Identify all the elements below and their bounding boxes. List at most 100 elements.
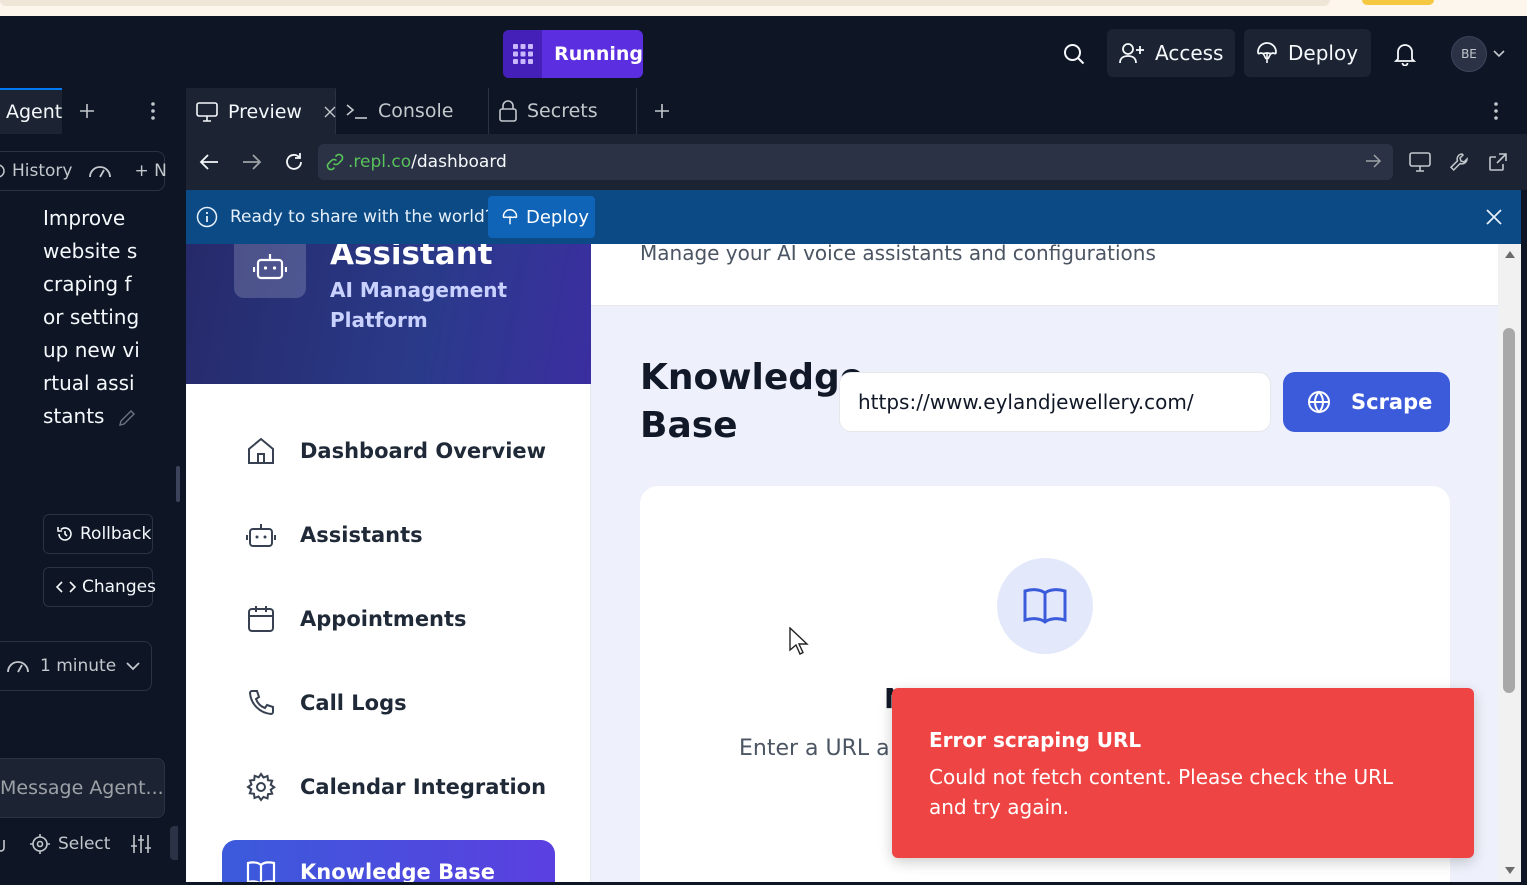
nav-item-appointments[interactable]: Appointments <box>246 604 467 634</box>
access-button[interactable]: Access <box>1107 29 1235 77</box>
more-vertical-icon[interactable] <box>144 100 162 122</box>
url-domain: .repl.co <box>348 152 412 172</box>
toast-message: Could not fetch content. Please check th… <box>929 765 1394 819</box>
empty-state-text: Enter a URL a <box>739 736 890 761</box>
chevron-down-icon[interactable] <box>1490 46 1508 62</box>
run-icon <box>503 30 543 78</box>
more-vertical-icon[interactable] <box>1488 100 1504 122</box>
external-link-icon[interactable] <box>1486 151 1510 173</box>
terminal-icon <box>346 102 368 120</box>
close-icon[interactable] <box>324 106 336 118</box>
resize-handle[interactable] <box>176 466 180 502</box>
lock-icon <box>499 100 517 122</box>
panel-edge <box>170 826 178 860</box>
nav-label: Appointments <box>300 607 467 631</box>
add-user-icon <box>1119 42 1145 64</box>
changes-button[interactable]: Changes <box>43 567 156 607</box>
avatar-initials: BE <box>1461 47 1477 61</box>
deploy-label: Deploy <box>1288 41 1359 65</box>
header-description: Manage your AI voice assistants and conf… <box>640 244 1156 265</box>
plus-icon[interactable] <box>76 100 98 122</box>
avatar[interactable]: BE <box>1451 36 1487 72</box>
agent-panel: Agent History + N Improve website scrapi… <box>0 88 178 885</box>
go-arrow-icon[interactable] <box>1365 154 1381 168</box>
globe-icon <box>1307 390 1331 414</box>
nav-item-calendar-integration[interactable]: Calendar Integration <box>246 772 546 802</box>
tab-agent[interactable]: Agent <box>0 88 62 134</box>
task-title: Improve website scraping for setting up … <box>43 202 143 433</box>
top-progress-bar <box>0 0 1330 6</box>
task-title-text: Improve website scraping for setting up … <box>43 206 140 428</box>
message-input[interactable]: Message Agent... <box>0 758 165 818</box>
book-icon <box>997 558 1093 654</box>
scrape-button[interactable]: Scrape <box>1283 372 1450 432</box>
page-title: Knowledge Base <box>640 357 865 446</box>
scrollbar[interactable] <box>1498 244 1521 882</box>
target-icon <box>30 834 50 854</box>
deploy-icon <box>1256 41 1278 65</box>
banner-deploy-button[interactable]: Deploy <box>488 196 595 238</box>
tab-console-label: Console <box>378 100 454 122</box>
nav-label: Dashboard Overview <box>300 439 547 463</box>
new-tab-icon[interactable] <box>652 101 672 121</box>
bell-icon[interactable] <box>1392 40 1418 68</box>
toast-title: Error scraping URL <box>929 728 1142 752</box>
main-header: Manage your AI voice assistants and conf… <box>591 244 1498 306</box>
scrollbar-thumb[interactable] <box>1503 328 1515 693</box>
panel-resizer[interactable] <box>176 88 186 885</box>
code-icon <box>56 579 76 595</box>
input-toolbar: Select <box>0 826 178 862</box>
devices-icon[interactable] <box>1408 151 1432 173</box>
deploy-banner: Ready to share with the world? Deploy <box>186 190 1521 244</box>
brand-subtitle: AI Management Platform <box>330 278 508 332</box>
home-icon <box>246 436 276 466</box>
banner-text: Ready to share with the world? <box>230 207 494 227</box>
scroll-up-icon[interactable] <box>1504 250 1516 259</box>
gauge-icon <box>6 658 30 674</box>
url-scrape-input[interactable]: https://www.eylandjewellery.com/ <box>839 372 1271 432</box>
gauge-icon[interactable] <box>88 163 112 179</box>
nav-label: Calendar Integration <box>300 775 547 799</box>
scroll-down-icon[interactable] <box>1504 866 1516 875</box>
time-selector[interactable]: 1 minute <box>0 641 152 691</box>
link-icon <box>326 153 344 171</box>
tab-bar: Preview Console Secrets <box>186 88 1527 134</box>
top-highlight-bar <box>1362 0 1434 5</box>
history-bar: History + N <box>0 151 167 191</box>
nav-item-knowledge-base[interactable]: Knowledge Base <box>222 840 555 882</box>
nav-item-call-logs[interactable]: Call Logs <box>246 688 407 718</box>
robot-icon <box>246 520 276 550</box>
close-icon[interactable] <box>1486 209 1502 225</box>
refresh-icon[interactable] <box>283 151 305 173</box>
wrench-icon[interactable] <box>1447 151 1471 173</box>
search-icon[interactable] <box>1060 40 1088 68</box>
run-button-label: Running <box>554 43 643 65</box>
banner-deploy-label: Deploy <box>526 206 590 228</box>
monitor-icon <box>196 102 218 122</box>
attach-icon[interactable] <box>0 834 6 854</box>
tab-preview-label: Preview <box>228 101 302 123</box>
rollback-button[interactable]: Rollback <box>43 514 153 554</box>
history-label[interactable]: History <box>12 161 72 181</box>
nav-item-dashboard-overview[interactable]: Dashboard Overview <box>246 436 546 466</box>
tab-secrets[interactable]: Secrets <box>489 88 637 134</box>
sliders-icon[interactable] <box>130 834 152 854</box>
new-chat-button[interactable]: + N <box>134 161 166 181</box>
url-input[interactable]: .repl.co /dashboard <box>318 144 1393 180</box>
select-label: Select <box>58 834 111 854</box>
select-button[interactable]: Select <box>30 834 110 854</box>
run-button[interactable]: Running <box>503 30 643 78</box>
tab-secrets-label: Secrets <box>527 100 598 122</box>
tab-preview[interactable]: Preview <box>186 88 336 134</box>
deploy-button[interactable]: Deploy <box>1244 29 1371 77</box>
url-bar: .repl.co /dashboard <box>186 134 1527 190</box>
brand-header: Assistant AI Management Platform <box>186 244 591 384</box>
chevron-down-icon <box>126 661 140 671</box>
nav-item-assistants[interactable]: Assistants <box>246 520 423 550</box>
back-arrow-icon[interactable] <box>198 151 220 173</box>
message-placeholder: Message Agent... <box>0 777 164 799</box>
tab-console[interactable]: Console <box>336 88 489 134</box>
nav-label: Knowledge Base <box>300 860 496 882</box>
forward-arrow-icon[interactable] <box>241 151 263 173</box>
pencil-icon[interactable] <box>117 408 137 428</box>
